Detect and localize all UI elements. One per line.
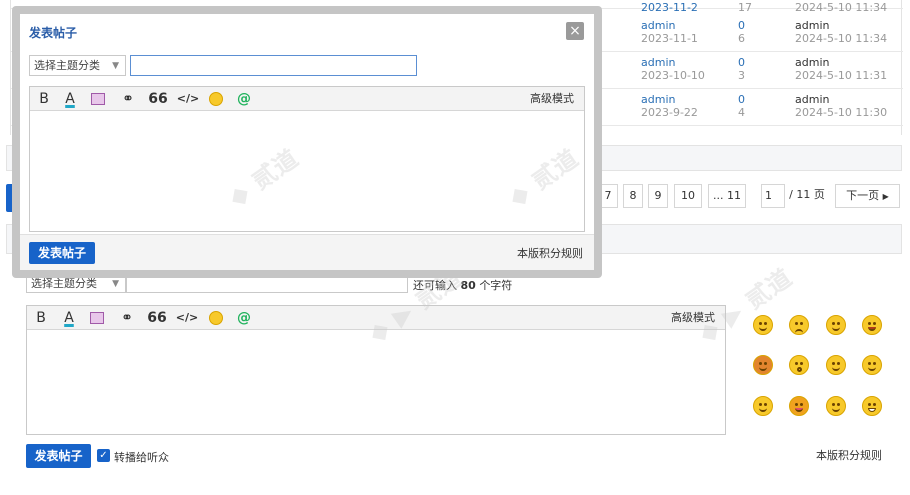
thread-last-time: 2024-5-10 11:31 — [795, 69, 888, 82]
smiley-icon[interactable] — [753, 315, 773, 335]
thread-author[interactable]: admin — [641, 20, 675, 32]
link-icon[interactable]: ⚭ — [118, 87, 138, 111]
at-icon[interactable]: @ — [234, 87, 254, 111]
tongue-icon[interactable] — [789, 396, 809, 416]
dialog-advanced-mode-link[interactable]: 高级模式 — [530, 87, 574, 111]
dialog-editor[interactable]: B A ⚭ 66 </> @ 高级模式 — [29, 86, 585, 232]
thread-date: 2023-11-2 — [641, 1, 698, 14]
emoji-icon[interactable] — [206, 306, 226, 330]
image-icon[interactable] — [87, 306, 107, 330]
broadcast-checkbox[interactable]: ✓ — [97, 449, 110, 462]
laugh-icon[interactable] — [862, 315, 882, 335]
code-icon[interactable]: </> — [175, 306, 199, 330]
thread-views: 4 — [738, 106, 745, 119]
sad-icon[interactable] — [789, 315, 809, 335]
post-thread-dialog-body: 发表帖子 × 选择主题分类 ▼ B A ⚭ 66 </> @ 高级模式 发表帖子… — [20, 14, 594, 270]
code-icon[interactable]: </> — [176, 87, 200, 111]
thread-last-user[interactable]: admin — [795, 20, 829, 32]
emoji-icon[interactable] — [206, 87, 226, 111]
page-number-input[interactable]: 1 — [761, 184, 785, 208]
thread-replies: 0 — [738, 19, 745, 32]
angry-icon[interactable] — [753, 355, 773, 375]
dialog-credit-rules-link[interactable]: 本版积分规则 — [517, 245, 583, 261]
category-select-value: 选择主题分类 — [31, 277, 97, 290]
thread-last-time: 2024-5-10 11:34 — [795, 1, 888, 14]
page-link-10[interactable]: 10 — [674, 184, 702, 208]
thread-views: 3 — [738, 69, 745, 82]
next-page-label: 下一页 — [846, 189, 880, 202]
link-icon[interactable]: ⚭ — [117, 306, 137, 330]
thread-replies: 0 — [738, 56, 745, 69]
at-icon[interactable]: @ — [234, 306, 254, 330]
dialog-title: 发表帖子 — [29, 26, 78, 40]
thread-last-user[interactable]: admin — [795, 94, 829, 106]
dialog-category-value: 选择主题分类 — [34, 59, 100, 72]
broadcast-label: 转播给听众 — [114, 451, 169, 464]
page-link-9[interactable]: 9 — [648, 184, 668, 208]
thread-date: 2023-11-1 — [641, 32, 698, 45]
thread-date: 2023-9-22 — [641, 106, 698, 119]
dialog-footer: 发表帖子 本版积分规则 — [20, 234, 594, 270]
thread-last-user[interactable]: admin — [795, 57, 829, 69]
grin-icon[interactable] — [826, 315, 846, 335]
forum-credit-rules-link[interactable]: 本版积分规则 — [816, 447, 882, 463]
wink-icon[interactable] — [862, 355, 882, 375]
watermark: ◆ ▶ 贰道 — [693, 263, 798, 348]
thread-views: 17 — [738, 1, 752, 14]
smile-icon[interactable] — [826, 355, 846, 375]
embarrassed-icon[interactable] — [826, 396, 846, 416]
page-link-8[interactable]: 8 — [623, 184, 643, 208]
chevron-down-icon: ▼ — [112, 61, 119, 71]
image-icon[interactable] — [88, 87, 108, 111]
thread-replies: 0 — [738, 93, 745, 106]
thread-author[interactable]: admin — [641, 57, 675, 69]
thread-last-time: 2024-5-10 11:34 — [795, 32, 888, 45]
page-total: / 11 页 — [786, 184, 828, 208]
font-color-icon[interactable]: A — [59, 306, 79, 330]
char-counter-suffix: 个字符 — [479, 279, 513, 292]
smirk-icon[interactable] — [753, 396, 773, 416]
bold-icon[interactable]: B — [34, 87, 54, 111]
font-color-icon[interactable]: A — [60, 87, 80, 111]
quote-icon[interactable]: 66 — [145, 306, 169, 330]
submit-post-button[interactable]: 发表帖子 — [26, 444, 91, 468]
shock-icon[interactable] — [789, 355, 809, 375]
dialog-category-select[interactable]: 选择主题分类 ▼ — [29, 55, 126, 76]
bold-icon[interactable]: B — [31, 306, 51, 330]
next-page-button[interactable]: 下一页 ▶ — [835, 184, 900, 208]
dialog-editor-toolbar: B A ⚭ 66 </> @ 高级模式 — [30, 87, 584, 111]
close-icon[interactable]: × — [566, 22, 584, 40]
chevron-right-icon: ▶ — [882, 192, 889, 201]
thread-views: 6 — [738, 32, 745, 45]
dialog-subject-input[interactable] — [130, 55, 417, 76]
big-grin-icon[interactable] — [862, 396, 882, 416]
thread-author[interactable]: admin — [641, 94, 675, 106]
dialog-submit-button[interactable]: 发表帖子 — [29, 242, 95, 264]
thread-date: 2023-10-10 — [641, 69, 705, 82]
quote-icon[interactable]: 66 — [146, 87, 170, 111]
thread-last-time: 2024-5-10 11:30 — [795, 106, 888, 119]
post-thread-dialog: 发表帖子 × 选择主题分类 ▼ B A ⚭ 66 </> @ 高级模式 发表帖子… — [12, 6, 602, 278]
page-link-last[interactable]: ... 11 — [708, 184, 746, 208]
page: 2023-11-2 17 2024-5-10 11:34 admin 2023-… — [0, 0, 910, 495]
